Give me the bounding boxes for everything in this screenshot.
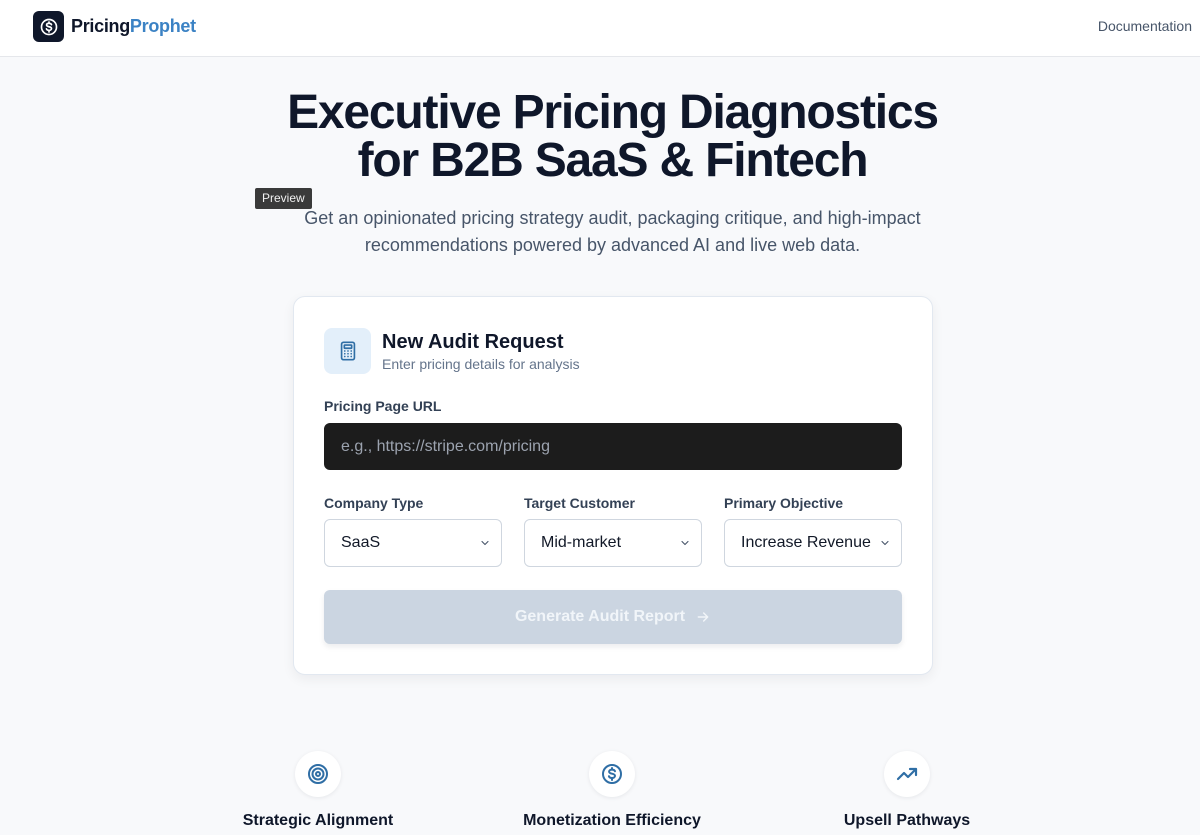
page-title-line1: Executive Pricing Diagnostics (287, 86, 939, 139)
url-label: Pricing Page URL (324, 398, 442, 414)
primary-objective-label: Primary Objective (724, 495, 844, 511)
card-title: New Audit Request (382, 331, 564, 353)
feature-title: Monetization Efficiency (523, 812, 701, 829)
chevron-down-icon (681, 540, 689, 546)
company-type-select[interactable]: SaaS (324, 519, 502, 567)
target-icon (308, 764, 328, 784)
page-subtitle-line1: Get an opinionated pricing strategy audi… (304, 208, 921, 228)
target-customer-value: Mid-market (541, 534, 622, 551)
arrow-right-icon (697, 612, 709, 622)
chevron-down-icon (481, 540, 489, 546)
chevron-down-icon (881, 540, 889, 546)
feature-title: Strategic Alignment (242, 812, 394, 829)
feature-icon-badge (589, 751, 635, 797)
top-navigation-bar: PricingProphet Documentation (0, 0, 1200, 57)
target-customer-label: Target Customer (524, 495, 635, 511)
feature-upsell-pathways: Upsell Pathways (757, 751, 1057, 835)
target-customer-select[interactable]: Mid-market (524, 519, 702, 567)
company-type-value: SaaS (341, 534, 381, 551)
brand-name-part1: Pricing (71, 16, 130, 36)
page-subtitle-line2: recommendations powered by advanced AI a… (364, 234, 861, 255)
feature-monetization-efficiency: Monetization Efficiency (462, 751, 762, 835)
page-title: Executive Pricing Diagnostics for B2B Sa… (0, 89, 1200, 185)
trending-up-icon (896, 767, 918, 781)
brand-name[interactable]: PricingProphet (71, 14, 196, 38)
primary-objective-value: Increase Revenue (741, 534, 871, 551)
generate-audit-button[interactable]: Generate Audit Report (324, 590, 902, 644)
pricing-url-input[interactable] (324, 423, 902, 470)
page-subtitle: Get an opinionated pricing strategy audi… (290, 205, 935, 258)
feature-strategic-alignment: Strategic Alignment (168, 751, 468, 835)
documentation-link[interactable]: Documentation (1098, 17, 1192, 35)
preview-tag: Preview (255, 188, 312, 209)
feature-icon-badge (295, 751, 341, 797)
primary-objective-select[interactable]: Increase Revenue (724, 519, 902, 567)
card-icon-badge (324, 328, 371, 374)
brand-name-part2: Prophet (129, 16, 196, 36)
audit-request-card: New Audit Request Enter pricing details … (293, 296, 933, 675)
generate-audit-label: Generate Audit Report (514, 608, 686, 625)
feature-icon-badge (884, 751, 930, 797)
page-title-line2: for B2B SaaS & Fintech (357, 134, 869, 187)
logo[interactable] (33, 11, 64, 42)
dollar-circle-icon (602, 764, 622, 784)
feature-title: Upsell Pathways (843, 812, 971, 829)
card-subtitle: Enter pricing details for analysis (382, 356, 580, 372)
calculator-icon (340, 341, 355, 361)
dollar-circle-icon (40, 18, 57, 35)
company-type-label: Company Type (324, 495, 424, 511)
